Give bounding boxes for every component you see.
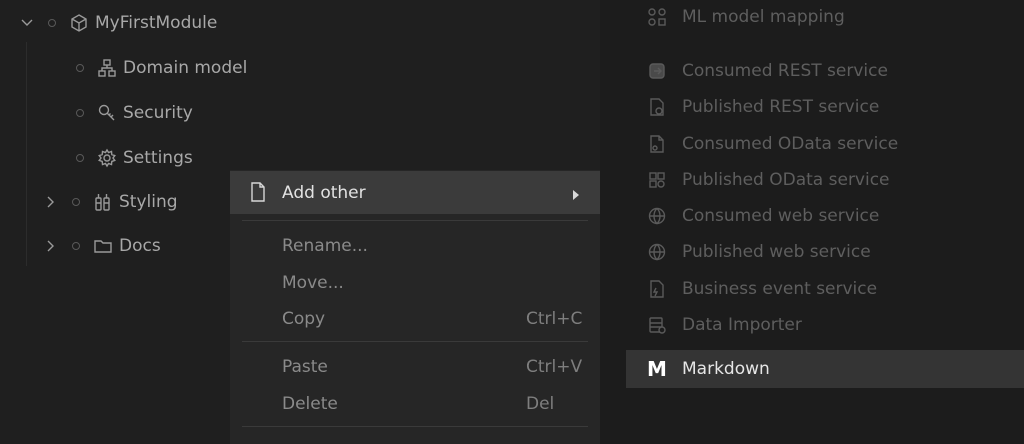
tree-item-label: MyFirstModule xyxy=(95,13,218,33)
menu-separator xyxy=(242,426,588,427)
menu-item-paste[interactable]: Paste Ctrl+V xyxy=(230,349,600,385)
status-dot-icon xyxy=(76,154,84,162)
submenu-item-label: Consumed web service xyxy=(682,206,880,226)
submenu-arrow-icon xyxy=(572,186,580,206)
status-dot-icon xyxy=(72,242,80,250)
status-dot-icon xyxy=(76,109,84,117)
submenu-item-label: Consumed OData service xyxy=(682,134,899,154)
shortcut-label: Del xyxy=(526,394,555,414)
status-dot-icon xyxy=(76,64,84,72)
submenu-item-label: Markdown xyxy=(682,359,770,379)
data-importer-icon xyxy=(646,314,668,336)
menu-item-add-other[interactable]: Add other xyxy=(230,171,600,214)
context-menu: Add other Rename... Move... Copy Ctrl+C … xyxy=(230,170,600,444)
tree-item-label: Docs xyxy=(119,236,161,256)
chevron-down-icon[interactable] xyxy=(20,19,34,27)
tree-item-settings[interactable]: Settings xyxy=(48,143,193,173)
submenu-item-published-odata-service[interactable]: Published OData service xyxy=(626,163,1024,197)
chevron-right-icon[interactable] xyxy=(44,240,58,252)
module-cube-icon xyxy=(68,12,90,34)
menu-item-label: Rename... xyxy=(282,236,368,256)
submenu-item-published-rest-service[interactable]: Published REST service xyxy=(626,90,1024,124)
tree-item-domain-model[interactable]: Domain model xyxy=(48,53,247,83)
menu-item-label: Delete xyxy=(282,394,338,414)
globe-icon xyxy=(646,241,668,263)
shortcut-label: Ctrl+C xyxy=(526,309,583,329)
menu-item-label: Add other xyxy=(282,182,366,203)
gear-icon xyxy=(96,147,118,169)
menu-item-move[interactable]: Move... xyxy=(230,265,600,301)
status-dot-icon xyxy=(48,19,56,27)
key-icon xyxy=(96,102,118,124)
ml-model-icon xyxy=(646,6,668,28)
submenu-item-label: Published web service xyxy=(682,242,871,262)
submenu-item-data-importer[interactable]: Data Importer xyxy=(626,308,1024,342)
file-icon xyxy=(250,182,266,207)
tree-item-docs[interactable]: Docs xyxy=(44,231,161,261)
tree-item-styling[interactable]: Styling xyxy=(44,187,178,217)
tree-item-label: Security xyxy=(123,103,193,123)
submenu-item-business-event-service[interactable]: Business event service xyxy=(626,272,1024,306)
domain-model-icon xyxy=(96,57,118,79)
menu-item-label: Paste xyxy=(282,357,328,377)
status-dot-icon xyxy=(72,198,80,206)
submenu-item-markdown[interactable]: M Markdown xyxy=(626,350,1024,388)
submenu-item-consumed-odata-service[interactable]: Consumed OData service xyxy=(626,127,1024,161)
submenu-item-consumed-rest-service[interactable]: Consumed REST service xyxy=(626,54,1024,88)
tree-item-label: Styling xyxy=(119,192,178,212)
consumed-odata-icon xyxy=(646,133,668,155)
submenu-item-label: Published OData service xyxy=(682,170,890,190)
menu-item-copy[interactable]: Copy Ctrl+C xyxy=(230,301,600,337)
published-odata-icon xyxy=(646,169,668,191)
markdown-icon: M xyxy=(647,357,667,381)
business-event-icon xyxy=(646,278,668,300)
menu-item-label: Copy xyxy=(282,309,326,329)
add-other-submenu: ML model mapping Consumed REST service P… xyxy=(600,0,1024,444)
submenu-item-published-web-service[interactable]: Published web service xyxy=(626,235,1024,269)
tree-item-label: Domain model xyxy=(123,58,248,78)
submenu-item-consumed-web-service[interactable]: Consumed web service xyxy=(626,199,1024,233)
styling-icon xyxy=(92,191,114,213)
tree-item-myfirstmodule[interactable]: MyFirstModule xyxy=(20,8,217,38)
globe-icon xyxy=(646,205,668,227)
menu-item-delete[interactable]: Delete Del xyxy=(230,386,600,422)
shortcut-label: Ctrl+V xyxy=(526,357,583,377)
submenu-item-ml-model-mapping[interactable]: ML model mapping xyxy=(626,0,1024,34)
folder-icon xyxy=(92,235,114,257)
submenu-item-label: Data Importer xyxy=(682,315,802,335)
consumed-rest-icon xyxy=(646,60,668,82)
menu-separator xyxy=(242,341,588,342)
menu-item-label: Move... xyxy=(282,273,344,293)
submenu-item-label: ML model mapping xyxy=(682,7,845,27)
submenu-item-label: Business event service xyxy=(682,279,878,299)
menu-separator xyxy=(242,220,588,221)
tree-item-security[interactable]: Security xyxy=(48,98,193,128)
submenu-item-label: Consumed REST service xyxy=(682,61,888,81)
submenu-item-label: Published REST service xyxy=(682,97,880,117)
chevron-right-icon[interactable] xyxy=(44,196,58,208)
menu-item-rename[interactable]: Rename... xyxy=(230,228,600,264)
tree-indent-guide xyxy=(26,42,27,266)
tree-item-label: Settings xyxy=(123,148,193,168)
published-rest-icon xyxy=(646,96,668,118)
